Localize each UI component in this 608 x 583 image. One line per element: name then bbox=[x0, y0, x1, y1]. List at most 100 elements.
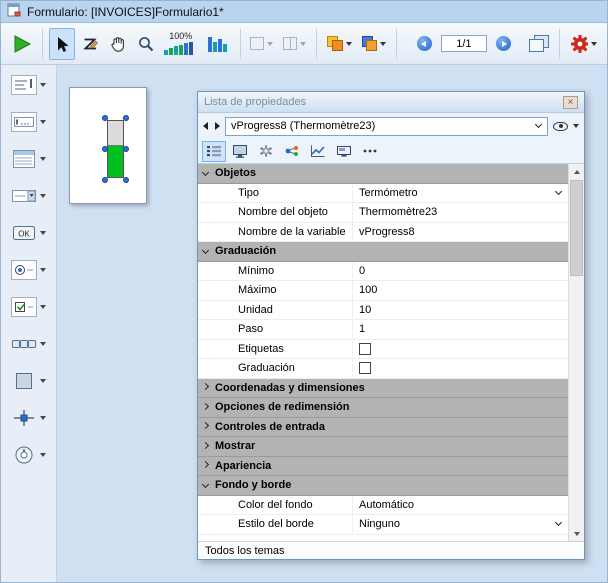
selection-handle[interactable] bbox=[123, 146, 129, 152]
panel-tab-list[interactable] bbox=[202, 141, 226, 162]
list-box-icon bbox=[11, 149, 37, 169]
sidebar-tool-button[interactable]: OK bbox=[11, 223, 46, 243]
property-value[interactable]: Ninguno bbox=[352, 515, 568, 534]
property-value[interactable] bbox=[352, 340, 568, 359]
property-value[interactable]: Automático bbox=[352, 496, 568, 515]
sidebar-tool-dial[interactable] bbox=[11, 445, 46, 465]
section-header-coordenadas-y-dimensiones[interactable]: Coordenadas y dimensiones bbox=[198, 379, 568, 399]
property-value[interactable]: Termómetro bbox=[352, 184, 568, 203]
scrollbar[interactable] bbox=[568, 164, 584, 541]
prev-object-icon[interactable] bbox=[203, 122, 208, 130]
checkbox[interactable] bbox=[359, 343, 371, 355]
pan-tool-button[interactable] bbox=[105, 28, 131, 60]
panel-tab-chart[interactable] bbox=[306, 141, 330, 162]
draw-tool-button[interactable] bbox=[77, 28, 103, 60]
chevron-down-icon[interactable] bbox=[40, 305, 46, 309]
property-value[interactable] bbox=[352, 359, 568, 378]
property-value[interactable]: 1 bbox=[352, 320, 568, 339]
order-tool-button[interactable] bbox=[323, 28, 356, 60]
close-icon[interactable] bbox=[563, 96, 578, 109]
sidebar-tool-check-box[interactable] bbox=[11, 297, 46, 317]
selection-handle[interactable] bbox=[123, 115, 129, 121]
thermometer-fill-part bbox=[108, 146, 123, 177]
panel-tab-more[interactable] bbox=[358, 141, 382, 162]
chevron-down-icon[interactable] bbox=[591, 42, 597, 46]
chevron-down-icon[interactable] bbox=[40, 416, 46, 420]
section-header-objetos[interactable]: Objetos bbox=[198, 164, 568, 184]
chevron-down-icon bbox=[202, 481, 209, 488]
chart-bars-button[interactable] bbox=[203, 28, 234, 60]
chevron-down-icon[interactable] bbox=[40, 342, 46, 346]
panel-tab-display[interactable] bbox=[332, 141, 356, 162]
panel-tab-settings[interactable] bbox=[254, 141, 278, 162]
form-icon bbox=[7, 3, 22, 20]
chevron-down-icon[interactable] bbox=[267, 42, 273, 46]
split-tool-button[interactable] bbox=[279, 28, 310, 60]
page-indicator[interactable]: 1/1 bbox=[441, 35, 487, 52]
selection-handle[interactable] bbox=[123, 177, 129, 183]
chevron-down-icon[interactable] bbox=[40, 120, 46, 124]
chevron-down-icon[interactable] bbox=[300, 42, 306, 46]
section-header-opciones-de-redimension[interactable]: Opciones de redimensión bbox=[198, 398, 568, 418]
property-value[interactable]: 100 bbox=[352, 281, 568, 300]
zoom-tool-button[interactable] bbox=[133, 28, 159, 60]
chevron-down-icon[interactable] bbox=[40, 268, 46, 272]
selection-handle[interactable] bbox=[102, 146, 108, 152]
sidebar-tool-shape[interactable] bbox=[11, 371, 46, 391]
property-value[interactable]: vProgress8 bbox=[352, 223, 568, 242]
sidebar-tool-static-text[interactable] bbox=[11, 75, 46, 95]
stop-button[interactable] bbox=[566, 28, 601, 60]
chevron-down-icon[interactable] bbox=[573, 124, 579, 128]
windows-button[interactable] bbox=[525, 28, 553, 60]
panel-tab-screen[interactable] bbox=[228, 141, 252, 162]
property-value[interactable]: Thermomètre23 bbox=[352, 203, 568, 222]
property-value[interactable]: 10 bbox=[352, 301, 568, 320]
layout-icon bbox=[250, 37, 264, 50]
edit-field-icon bbox=[11, 112, 37, 132]
scrollbar-thumb[interactable] bbox=[570, 180, 583, 276]
chevron-right-icon bbox=[202, 461, 209, 468]
next-page-button[interactable] bbox=[491, 28, 517, 60]
property-row-maximo: Máximo100 bbox=[198, 281, 568, 301]
select-tool-button[interactable] bbox=[49, 28, 75, 60]
object-selector[interactable]: vProgress8 (Thermomètre23) bbox=[225, 117, 548, 136]
section-header-apariencia[interactable]: Apariencia bbox=[198, 457, 568, 477]
sidebar-tool-button-bar[interactable] bbox=[11, 334, 46, 354]
zoom-level-widget[interactable]: 100% bbox=[161, 27, 201, 61]
form-page[interactable] bbox=[69, 87, 147, 204]
scroll-down-button[interactable] bbox=[569, 526, 584, 541]
run-button[interactable] bbox=[7, 28, 36, 60]
prev-page-button[interactable] bbox=[411, 28, 437, 60]
window-titlebar[interactable]: Formulario: [INVOICES]Formulario1* bbox=[1, 1, 607, 23]
chevron-down-icon[interactable] bbox=[40, 194, 46, 198]
scroll-up-button[interactable] bbox=[569, 164, 584, 179]
section-header-controles-de-entrada[interactable]: Controles de entrada bbox=[198, 418, 568, 438]
chevron-down-icon[interactable] bbox=[346, 42, 352, 46]
selection-handle[interactable] bbox=[102, 177, 108, 183]
sidebar-tool-slider[interactable] bbox=[11, 408, 46, 428]
property-value[interactable]: 0 bbox=[352, 262, 568, 281]
eye-icon[interactable] bbox=[553, 122, 568, 131]
thermometer-control[interactable] bbox=[104, 117, 127, 181]
layout-tool-button[interactable] bbox=[246, 28, 277, 60]
chevron-down-icon[interactable] bbox=[40, 379, 46, 383]
section-header-graduacion[interactable]: Graduación bbox=[198, 242, 568, 262]
checkbox[interactable] bbox=[359, 362, 371, 374]
sidebar-tool-edit-field[interactable] bbox=[11, 112, 46, 132]
chevron-down-icon[interactable] bbox=[40, 231, 46, 235]
chevron-down-icon[interactable] bbox=[40, 453, 46, 457]
next-object-icon[interactable] bbox=[215, 122, 220, 130]
section-header-mostrar[interactable]: Mostrar bbox=[198, 437, 568, 457]
chevron-down-icon[interactable] bbox=[380, 42, 386, 46]
radio-button-icon bbox=[11, 260, 37, 280]
chevron-down-icon[interactable] bbox=[40, 157, 46, 161]
selection-handle[interactable] bbox=[102, 115, 108, 121]
sidebar-tool-radio-button[interactable] bbox=[11, 260, 46, 280]
panel-tab-link[interactable] bbox=[280, 141, 304, 162]
properties-panel-titlebar[interactable]: Lista de propiedades bbox=[198, 92, 584, 113]
align-tool-button[interactable] bbox=[358, 28, 391, 60]
section-header-fondo-y-borde[interactable]: Fondo y borde bbox=[198, 476, 568, 496]
sidebar-tool-list-box[interactable] bbox=[11, 149, 46, 169]
sidebar-tool-combo-box[interactable] bbox=[11, 186, 46, 206]
chevron-down-icon[interactable] bbox=[40, 83, 46, 87]
